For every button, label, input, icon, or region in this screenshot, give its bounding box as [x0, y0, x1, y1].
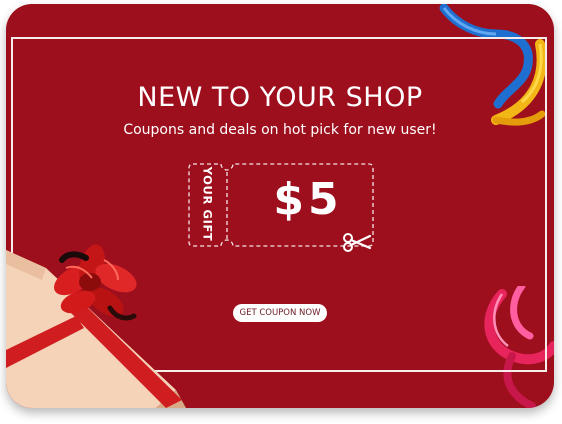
- headline: NEW TO YOUR SHOP: [137, 82, 423, 113]
- gift-box-illustration: [6, 244, 186, 408]
- ribbon-streamer-bottom-right: [484, 286, 554, 408]
- ribbon-streamer-top-right: [439, 4, 547, 126]
- ticket-side-label: YOUR GIFT: [200, 166, 214, 242]
- coupon-card: NEW TO YOUR SHOP Coupons and deals on ho…: [6, 4, 554, 408]
- coupon-amount: $5: [273, 174, 343, 225]
- ticket-side-label-wrap: YOUR GIFT: [194, 166, 220, 242]
- get-coupon-button[interactable]: GET COUPON NOW: [233, 304, 327, 322]
- scissors-icon: [343, 233, 372, 252]
- subtitle: Coupons and deals on hot pick for new us…: [123, 122, 437, 138]
